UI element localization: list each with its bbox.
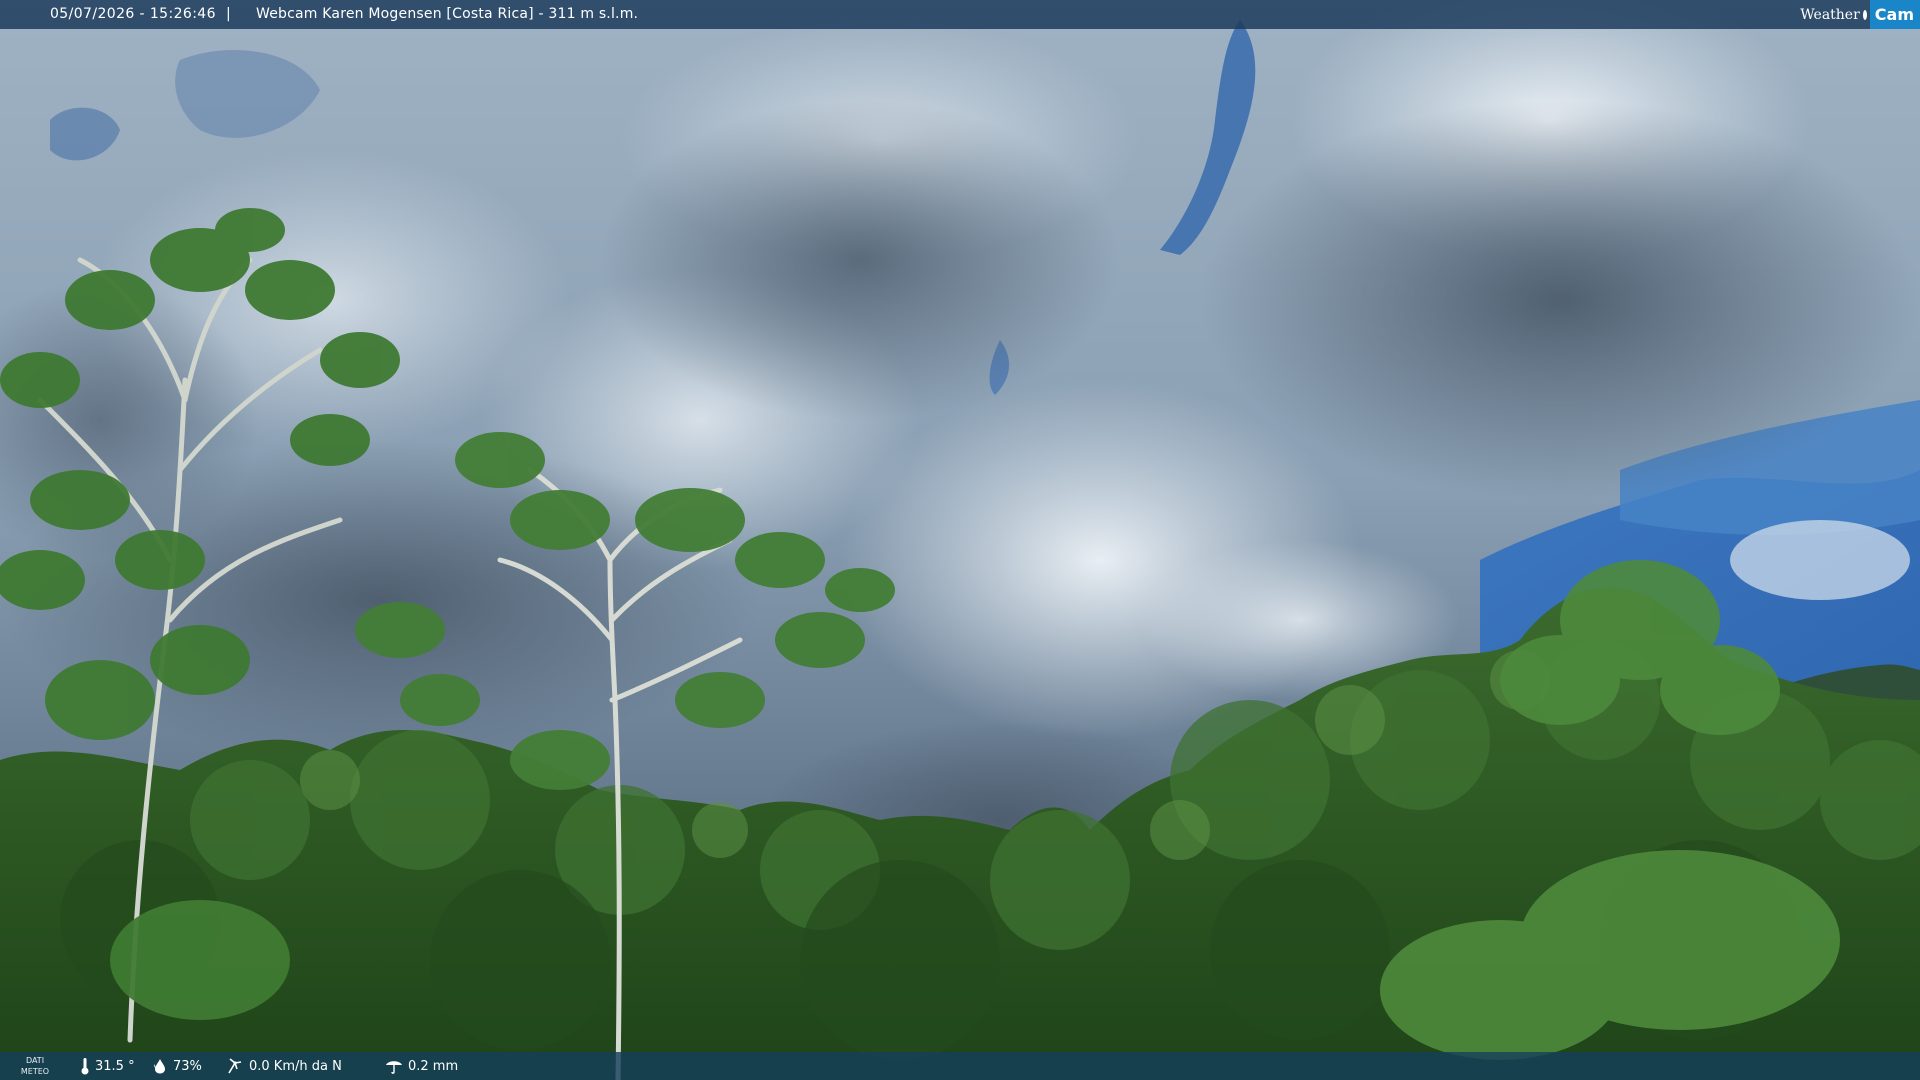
dati-label-line2: METEO — [20, 1067, 50, 1076]
weathercam-logo: Weather Cam — [1800, 0, 1920, 29]
header-separator: | — [226, 6, 231, 22]
logo-cam-text: Cam — [1869, 0, 1920, 29]
wind-value: 0.0 Km/h da N — [249, 1058, 342, 1074]
weather-data-bar: DATI METEO 31.5 ° 73% 0.0 Km/h da N 0.2 … — [0, 1052, 1920, 1080]
logo-dot-icon — [1862, 9, 1867, 20]
temperature-value: 31.5 ° — [95, 1058, 135, 1074]
rain-value: 0.2 mm — [408, 1058, 459, 1074]
dati-meteo-label: DATI METEO — [18, 1055, 52, 1077]
drop-icon — [153, 1059, 165, 1074]
webcam-title: Webcam Karen Mogensen [Costa Rica] - 311… — [256, 6, 639, 22]
logo-weather-text: Weather — [1800, 6, 1860, 23]
dati-label-line1: DATI — [25, 1056, 45, 1065]
header-bar: 05/07/2026 - 15:26:46 | Webcam Karen Mog… — [0, 0, 1920, 29]
umbrella-icon — [386, 1061, 402, 1074]
wind-readout: 0.0 Km/h da N — [226, 1052, 342, 1080]
humidity-value: 73% — [173, 1058, 202, 1074]
humidity-readout: 73% — [152, 1052, 202, 1080]
temperature-readout: 31.5 ° — [80, 1052, 135, 1080]
wind-icon — [228, 1058, 242, 1074]
timestamp: 05/07/2026 - 15:26:46 — [50, 6, 216, 22]
thermometer-icon — [81, 1058, 89, 1075]
webcam-image — [0, 0, 1920, 1080]
webcam-view: 05/07/2026 - 15:26:46 | Webcam Karen Mog… — [0, 0, 1920, 1080]
rain-readout: 0.2 mm — [385, 1052, 458, 1080]
